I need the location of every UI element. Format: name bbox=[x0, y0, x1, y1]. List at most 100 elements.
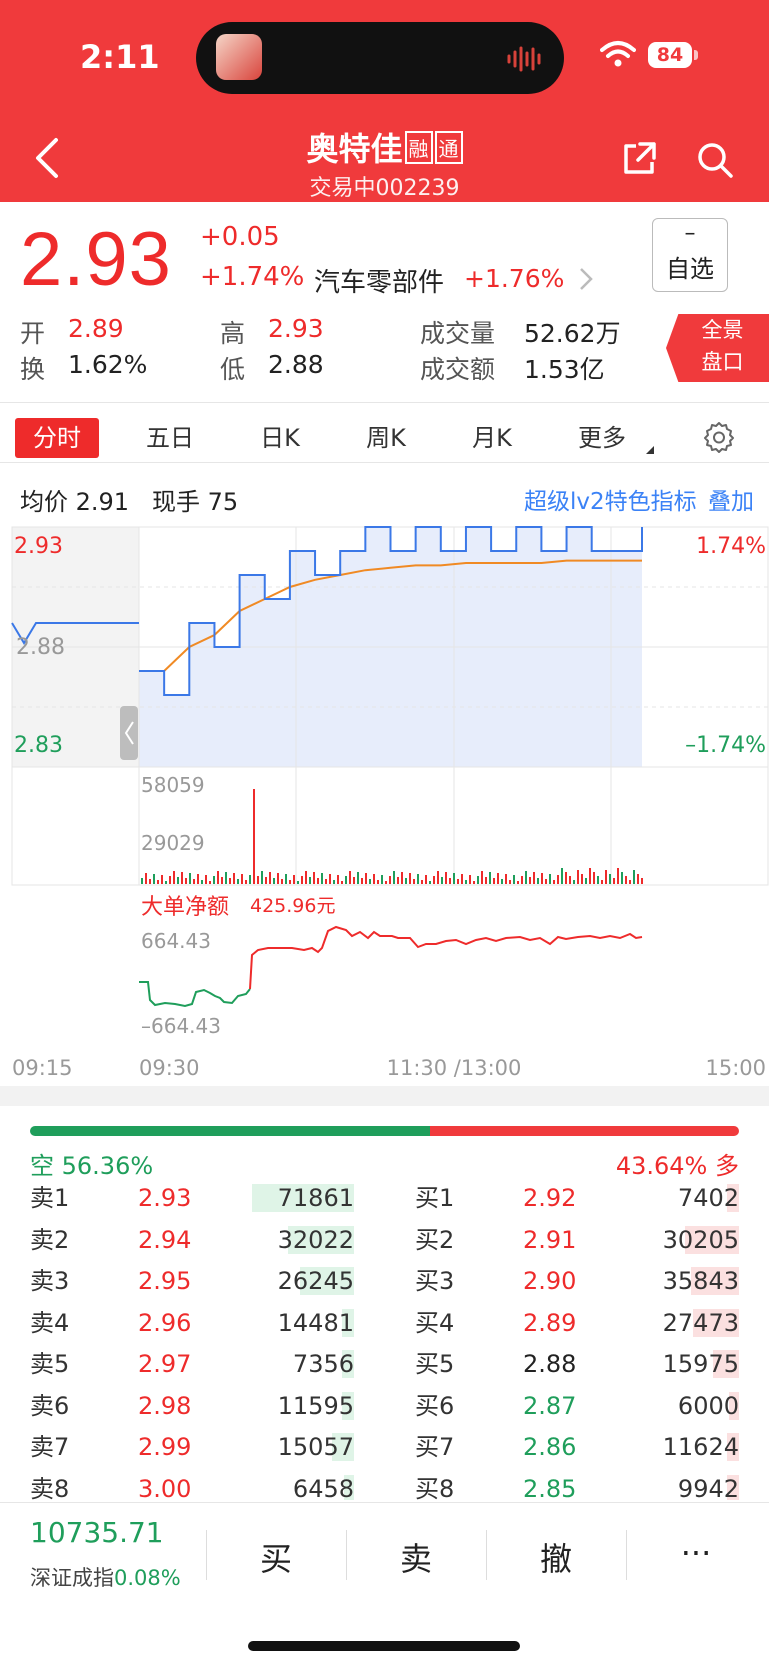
buy-order-row[interactable]: 买8 2.85 9942 bbox=[415, 1469, 739, 1501]
buy-level-label: 买2 bbox=[415, 1225, 455, 1254]
chevron-right-icon[interactable] bbox=[578, 266, 594, 292]
index-name[interactable]: 深证成指0.08% bbox=[30, 1562, 181, 1592]
volume-bar bbox=[441, 877, 443, 884]
volume-bar bbox=[513, 875, 515, 884]
volume-bar bbox=[309, 877, 311, 884]
volume-bar bbox=[289, 880, 291, 884]
sell-button[interactable]: 卖 bbox=[366, 1534, 466, 1580]
pct-axis-low: –1.74% bbox=[685, 733, 766, 758]
tab-five-day[interactable]: 五日 bbox=[128, 418, 212, 458]
amount-value: 1.53亿 bbox=[524, 355, 605, 384]
cancel-button[interactable]: 撤 bbox=[506, 1534, 606, 1580]
sell-order-row[interactable]: 卖5 2.97 7356 bbox=[30, 1344, 354, 1384]
home-indicator[interactable] bbox=[248, 1641, 520, 1651]
high-label: 高 bbox=[220, 319, 246, 348]
buy-level-qty: 11624 bbox=[662, 1433, 739, 1461]
overlay-link[interactable]: 叠加 bbox=[708, 482, 754, 516]
time-label-midday: 11:30 /13:00 bbox=[387, 1056, 522, 1080]
volume-bar bbox=[577, 870, 579, 884]
buy-level-price: 2.91 bbox=[523, 1225, 577, 1254]
volume-bar bbox=[493, 878, 495, 884]
volume-bar bbox=[157, 880, 159, 884]
sell-order-row[interactable]: 卖1 2.93 71861 bbox=[30, 1178, 354, 1218]
volume-bar bbox=[169, 876, 171, 884]
volume-bar bbox=[325, 879, 327, 884]
search-icon[interactable] bbox=[695, 140, 735, 180]
buy-level-price: 2.90 bbox=[523, 1267, 577, 1295]
flow-value: 425.96元 bbox=[250, 895, 335, 917]
separator bbox=[206, 1530, 207, 1580]
sell-order-row[interactable]: 卖7 2.99 15057 bbox=[30, 1427, 354, 1467]
volume-bar bbox=[597, 876, 599, 884]
buy-order-row[interactable]: 买6 2.87 6000 bbox=[415, 1386, 739, 1426]
buy-order-row[interactable]: 买1 2.92 7402 bbox=[415, 1178, 739, 1218]
buy-order-row[interactable]: 买7 2.86 11624 bbox=[415, 1427, 739, 1467]
sell-order-row[interactable]: 卖4 2.96 14481 bbox=[30, 1303, 354, 1343]
buy-strength-bar bbox=[429, 1126, 739, 1136]
intraday-chart[interactable]: 2.93 2.88 2.83 1.74% –1.74% 58059 29029 … bbox=[0, 520, 769, 1090]
volume-bar bbox=[549, 874, 551, 884]
volume-bar bbox=[445, 872, 447, 884]
volume-bar bbox=[409, 873, 411, 884]
volume-bar bbox=[237, 879, 239, 884]
volume-bars bbox=[141, 789, 643, 884]
buy-orders: 买1 2.92 7402 买2 2.91 30205 买3 2.90 35843 买4 2.89 27… bbox=[415, 1178, 739, 1500]
sell-order-row[interactable]: 卖8 3.00 6458 bbox=[30, 1469, 354, 1500]
long-ratio: 43.64% 多 bbox=[616, 1146, 739, 1181]
sector-name[interactable]: 汽车零部件 bbox=[314, 262, 444, 299]
buy-button[interactable]: 买 bbox=[226, 1534, 326, 1580]
volume-bar bbox=[201, 880, 203, 884]
tab-weekly-k[interactable]: 周K bbox=[344, 418, 428, 458]
volume-bar bbox=[561, 868, 563, 884]
volume-bar bbox=[233, 873, 235, 884]
more-button[interactable]: ··· bbox=[646, 1534, 746, 1572]
index-value[interactable]: 10735.71 bbox=[30, 1516, 164, 1549]
volume-bar bbox=[613, 878, 615, 884]
buy-level-price: 2.92 bbox=[523, 1184, 577, 1212]
buy-order-row[interactable]: 买2 2.91 30205 bbox=[415, 1220, 739, 1260]
sell-level-price: 2.96 bbox=[138, 1308, 192, 1337]
tab-intraday[interactable]: 分时 bbox=[15, 418, 99, 458]
price-axis-low: 2.83 bbox=[14, 733, 63, 758]
sell-order-row[interactable]: 卖6 2.98 11595 bbox=[30, 1386, 354, 1426]
volume-bar bbox=[529, 877, 531, 884]
tab-more[interactable]: 更多 bbox=[560, 418, 654, 458]
sell-order-row[interactable]: 卖3 2.95 26245 bbox=[30, 1261, 354, 1301]
buy-order-row[interactable]: 买4 2.89 27473 bbox=[415, 1303, 739, 1343]
volume-bar bbox=[213, 876, 215, 884]
volume-bar bbox=[437, 871, 439, 884]
tab-monthly-k[interactable]: 月K bbox=[450, 418, 534, 458]
volume-bar bbox=[417, 874, 419, 884]
sector-change-pct[interactable]: +1.76% bbox=[464, 264, 564, 293]
watchlist-button[interactable]: – 自选 bbox=[652, 218, 728, 292]
superlv2-link[interactable]: 超级lv2特色指标 bbox=[524, 482, 697, 516]
volume-bar bbox=[365, 873, 367, 884]
settings-gear-icon[interactable] bbox=[702, 420, 736, 454]
buy-level-price: 2.85 bbox=[523, 1474, 577, 1501]
volume-value: 52.62万 bbox=[524, 319, 621, 348]
sell-order-row[interactable]: 卖2 2.94 32022 bbox=[30, 1220, 354, 1260]
buy-level-price: 2.86 bbox=[523, 1433, 577, 1461]
buy-level-qty: 35843 bbox=[662, 1267, 739, 1295]
avg-info: 均价 2.91 现手 75 bbox=[20, 482, 238, 517]
buy-level-label: 买3 bbox=[415, 1267, 455, 1295]
amount-label: 成交额 bbox=[420, 355, 496, 384]
volume-bar bbox=[397, 877, 399, 884]
tab-daily-k[interactable]: 日K bbox=[238, 418, 322, 458]
top-header: 2:11 84 奥特佳融通 交易中002239 bbox=[0, 0, 769, 202]
media-thumbnail bbox=[216, 34, 262, 80]
collapse-handle[interactable] bbox=[120, 706, 138, 760]
low-label: 低 bbox=[220, 355, 246, 384]
divider bbox=[0, 402, 769, 403]
volume-bar bbox=[261, 871, 263, 884]
buy-order-row[interactable]: 买3 2.90 35843 bbox=[415, 1261, 739, 1301]
volume-bar bbox=[381, 875, 383, 884]
volume-bar bbox=[305, 871, 307, 884]
share-icon[interactable] bbox=[620, 140, 658, 178]
panorama-button[interactable]: 全景 盘口 bbox=[666, 314, 769, 382]
buy-order-row[interactable]: 买5 2.88 15975 bbox=[415, 1344, 739, 1384]
buy-level-qty: 30205 bbox=[662, 1225, 739, 1254]
volume-bar bbox=[329, 874, 331, 884]
volume-bar bbox=[297, 881, 299, 884]
buy-level-price: 2.88 bbox=[523, 1350, 577, 1378]
